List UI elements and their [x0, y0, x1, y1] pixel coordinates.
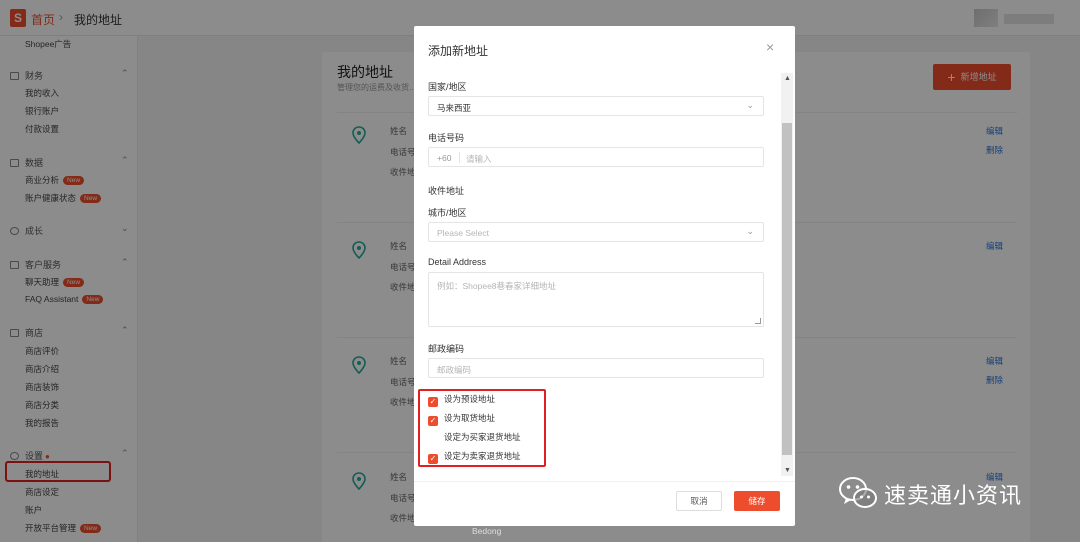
- country-value: 马来西亚: [437, 103, 472, 113]
- address-detail-text: Bedong: [472, 526, 502, 536]
- close-icon[interactable]: ×: [766, 39, 774, 55]
- modal-scrollbar[interactable]: ▲ ▼: [781, 73, 793, 476]
- detail-address-textarea[interactable]: [429, 273, 763, 326]
- scroll-down-arrow-icon[interactable]: ▼: [784, 467, 791, 474]
- chevron-down-icon: ⌄: [746, 226, 754, 236]
- save-button[interactable]: 储存: [734, 491, 780, 511]
- chevron-down-icon: ⌄: [746, 100, 754, 110]
- detail-address-field[interactable]: [428, 272, 764, 327]
- country-select[interactable]: 马来西亚 ⌄: [428, 96, 764, 116]
- wechat-icon: [839, 477, 877, 508]
- postal-code-field[interactable]: 邮政编码: [428, 358, 764, 378]
- city-select[interactable]: Please Select ⌄: [428, 222, 764, 242]
- checkbox-highlight-annotation: [418, 389, 546, 467]
- city-label: 城市/地区: [428, 208, 467, 218]
- section-label-shipping-address: 收件地址: [428, 186, 465, 196]
- postal-code-label: 邮政编码: [428, 344, 465, 354]
- phone-field[interactable]: +60 请输入: [428, 147, 764, 167]
- country-label: 国家/地区: [428, 82, 467, 92]
- phone-placeholder: 请输入: [466, 154, 492, 164]
- detail-address-label: Detail Address: [428, 257, 487, 267]
- modal-title: 添加新地址: [428, 44, 489, 58]
- divider: [459, 152, 460, 163]
- scroll-up-arrow-icon[interactable]: ▲: [784, 75, 791, 82]
- postal-code-placeholder: 邮政编码: [437, 365, 472, 375]
- resize-handle-icon[interactable]: [755, 318, 761, 324]
- scrollbar-thumb[interactable]: [782, 123, 792, 455]
- cancel-button[interactable]: 取消: [676, 491, 722, 511]
- divider: [414, 481, 795, 482]
- watermark-text: 速卖通小资讯: [884, 483, 1023, 508]
- phone-country-code: +60: [437, 153, 452, 163]
- city-placeholder: Please Select: [437, 228, 489, 238]
- phone-label: 电话号码: [428, 133, 465, 143]
